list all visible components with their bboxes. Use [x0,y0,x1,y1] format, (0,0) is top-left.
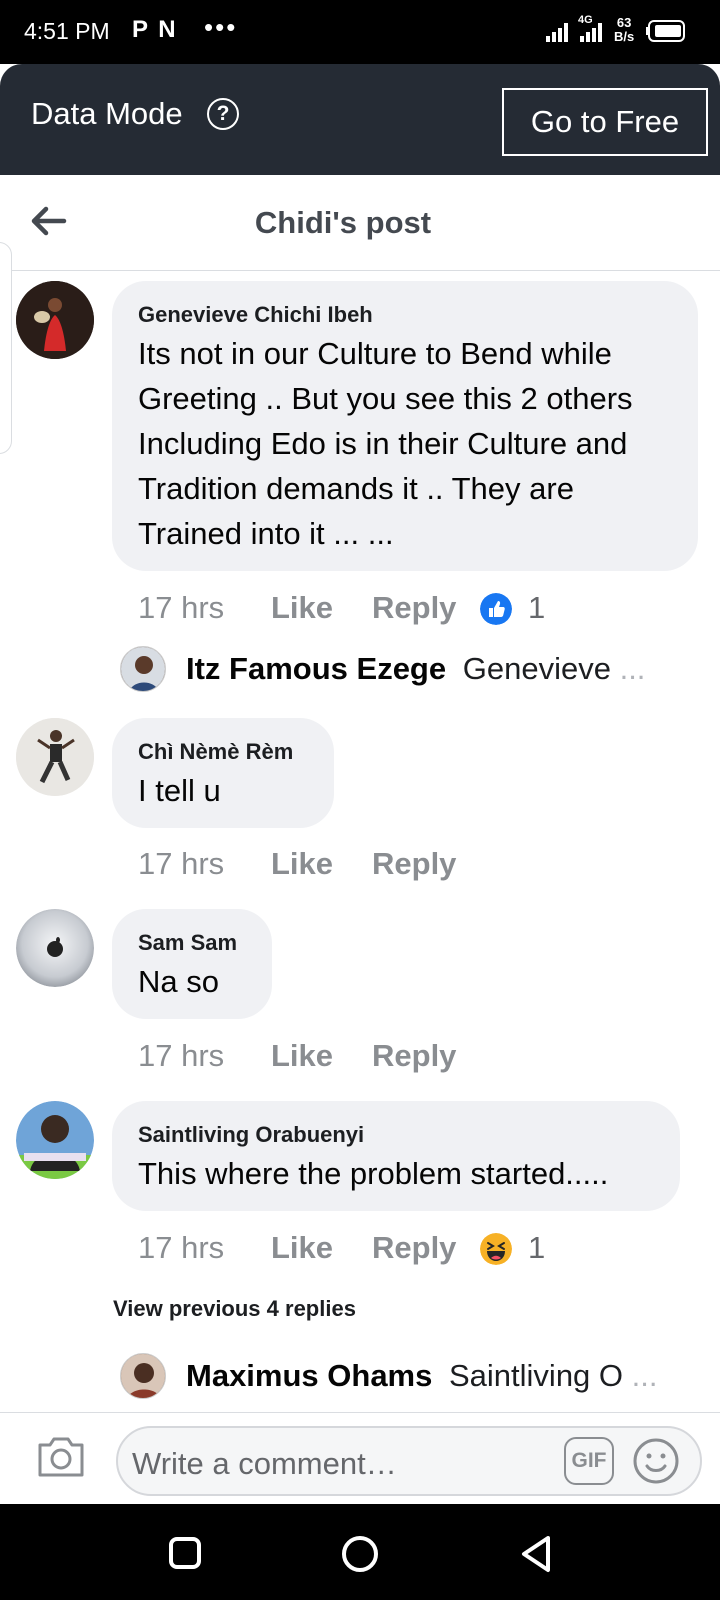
comment-input[interactable]: Write a comment… GIF [116,1426,702,1496]
comment-actions: 17 hrs Like Reply [138,1038,698,1078]
comment-actions: 17 hrs Like Reply 1 [138,1230,698,1270]
comment-line: Including Edo is in their Culture and [138,426,628,461]
reply-avatar[interactable] [120,646,166,692]
view-previous-replies-link[interactable]: View previous 4 replies [113,1296,356,1322]
like-button[interactable]: Like [271,590,333,626]
comment-author[interactable]: Saintliving Orabuenyi [138,1122,364,1148]
comment-bubble[interactable]: Saintliving Orabuenyi This where the pro… [112,1101,680,1211]
comment-time: 17 hrs [138,846,225,881]
comment-text: Na so [138,959,219,1004]
network-speed-unit: B/s [614,29,635,44]
reaction-count[interactable]: 1 [528,590,545,626]
avatar[interactable] [16,909,94,987]
reply-button[interactable]: Reply [372,846,456,882]
reply-author: Itz Famous Ezege [186,651,447,686]
comment-input-placeholder: Write a comment… [132,1446,397,1481]
comment-author[interactable]: Sam Sam [138,930,237,956]
reaction-count[interactable]: 1 [528,1230,545,1266]
comment-actions: 17 hrs Like Reply [138,846,698,886]
emoji-icon[interactable] [632,1437,680,1485]
comment-text: This where the problem started..... [138,1151,608,1196]
data-mode-bar: Data Mode ? Go to Free [0,64,720,175]
status-bar: 4:51 PM P N ••• 4G 63 B/s [0,0,720,64]
like-button[interactable]: Like [271,1038,333,1074]
system-nav-bar [0,1504,720,1600]
avatar-image [16,909,94,987]
page-title: Chidi's post [254,205,432,240]
comment-author[interactable]: Genevieve Chichi Ibeh [138,302,373,328]
comment-bubble[interactable]: Genevieve Chichi Ibeh Its not in our Cul… [112,281,698,571]
network-type: 4G [578,14,593,26]
haha-reaction-icon[interactable] [480,1233,512,1265]
comment-bubble[interactable]: Chì Nèmè Rèm I tell u [112,718,334,828]
comment-line: Greeting .. But you see this 2 others [138,381,633,416]
camera-icon[interactable] [36,1433,86,1479]
network-speed: 63 B/s [614,16,634,44]
reply-preview[interactable]: Itz Famous Ezege Genevieve ... [186,651,645,687]
comment-time: 17 hrs [138,1038,225,1073]
reply-button[interactable]: Reply [372,590,456,626]
reply-avatar[interactable] [120,1353,166,1399]
back-triangle-icon[interactable] [518,1534,554,1574]
like-button[interactable]: Like [271,846,333,882]
go-to-free-button[interactable]: Go to Free [502,88,708,156]
reply-ellipsis: ... [619,651,646,686]
help-icon[interactable]: ? [207,98,239,130]
reply-button[interactable]: Reply [372,1038,456,1074]
comment-bubble[interactable]: Sam Sam Na so [112,909,272,1019]
battery-icon [646,20,685,42]
avatar[interactable] [16,1101,94,1179]
avatar[interactable] [16,718,94,796]
avatar-image [16,718,94,796]
reply-avatar-image [121,647,165,691]
post-header: Chidi's post [0,175,720,271]
comment-author[interactable]: Chì Nèmè Rèm [138,739,293,765]
comment-composer: Write a comment… GIF [0,1412,720,1504]
status-time: 4:51 PM [24,18,110,44]
comment-time: 17 hrs [138,1230,225,1265]
comment-text: I tell u [138,768,221,813]
comment-line: Na so [138,964,219,999]
like-reaction-icon[interactable] [480,593,512,625]
avatar-image [16,281,94,359]
data-mode-label: Data Mode [31,96,183,131]
home-circle-icon[interactable] [340,1534,380,1574]
reply-text: Genevieve [462,651,611,686]
reply-author: Maximus Ohams [186,1358,433,1393]
reply-avatar-image [121,1354,165,1398]
reply-ellipsis: ... [631,1358,658,1393]
gif-button[interactable]: GIF [564,1437,614,1485]
notification-app-icons: P N [132,16,178,43]
like-button[interactable]: Like [271,1230,333,1266]
network-speed-value: 63 [616,15,632,30]
reply-preview[interactable]: Maximus Ohams Saintliving O ... [186,1358,658,1394]
signal-strength-icon [546,23,602,42]
comment-line: This where the problem started..... [138,1156,609,1191]
comment-text: Its not in our Culture to Bend while Gre… [138,331,633,556]
comment-line: I tell u [138,773,221,808]
comment-time: 17 hrs [138,590,225,625]
comment-line: Its not in our Culture to Bend while [138,336,612,371]
side-panel-edge[interactable] [0,242,12,454]
comment-line: Tradition demands it .. They are [138,471,574,506]
reply-text: Saintliving O [449,1358,624,1393]
comment-line: Trained into it ... ... [138,516,394,551]
comment-actions: 17 hrs Like Reply 1 [138,590,698,630]
recents-square-icon[interactable] [168,1536,202,1570]
reply-button[interactable]: Reply [372,1230,456,1266]
more-notifications-icon: ••• [204,12,238,42]
avatar[interactable] [16,281,94,359]
avatar-image [16,1101,94,1179]
